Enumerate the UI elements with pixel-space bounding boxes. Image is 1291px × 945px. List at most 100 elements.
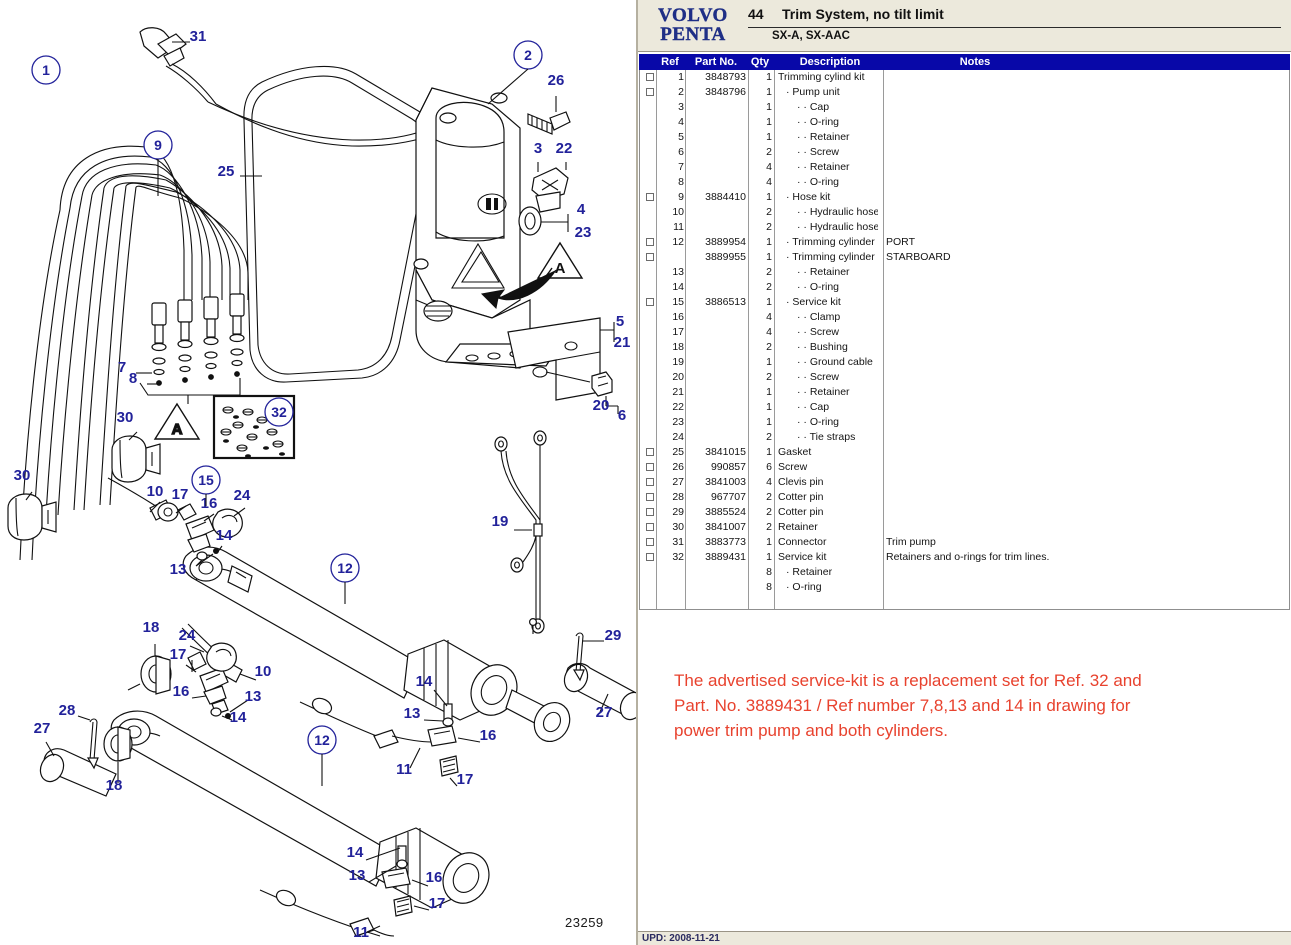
row-checkbox[interactable]	[643, 295, 657, 310]
cell-part_no	[688, 415, 746, 430]
cell-notes	[886, 205, 1286, 220]
cell-description: Service kit	[778, 551, 827, 563]
row-checkbox[interactable]	[643, 475, 657, 490]
cell-qty: 8	[766, 581, 772, 593]
annotation-line-1: The advertised service-kit is a replacem…	[674, 671, 1142, 690]
table-row[interactable]: 5 1 · · Retainer	[640, 130, 1289, 145]
table-row[interactable]: 8 4 · · O-ring	[640, 175, 1289, 190]
cell-qty: 2	[766, 146, 772, 158]
row-checkbox[interactable]	[643, 505, 657, 520]
cell-description: · Trimming cylinder	[786, 236, 875, 248]
table-row[interactable]: 29 3885524 2 Cotter pin	[640, 505, 1289, 520]
row-checkbox[interactable]	[643, 445, 657, 460]
callout-label-16: 16	[173, 683, 190, 700]
table-row[interactable]: 11 2 · · Hydraulic hose	[640, 220, 1289, 235]
table-row[interactable]: 28 967707 2 Cotter pin	[640, 490, 1289, 505]
table-row[interactable]: 21 1 · · Retainer	[640, 385, 1289, 400]
annotation-line-2: Part. No. 3889431 / Ref number 7,8,13 an…	[674, 696, 1131, 715]
table-row[interactable]: 22 1 · · Cap	[640, 400, 1289, 415]
cell-qty: 4	[766, 476, 772, 488]
table-row[interactable]: 31 3883773 1 Connector Trim pump	[640, 535, 1289, 550]
cell-description: · · O-ring	[797, 281, 840, 293]
cell-ref: 2	[678, 86, 684, 98]
parts-table-header: Ref Part No. Qty Description Notes	[639, 54, 1290, 70]
column-header-qty[interactable]: Qty	[747, 54, 773, 70]
leader-28	[77, 715, 91, 721]
clevis-pin-27-left	[39, 748, 117, 797]
table-row[interactable]: 15 3886513 1 · Service kit	[640, 295, 1289, 310]
table-row[interactable]: 1 3848793 1 Trimming cylind kit	[640, 70, 1289, 85]
column-header-part-no[interactable]: Part No.	[685, 54, 747, 70]
table-row[interactable]: 6 2 · · Screw	[640, 145, 1289, 160]
table-row[interactable]: 23 1 · · O-ring	[640, 415, 1289, 430]
row-checkbox[interactable]	[643, 535, 657, 550]
table-row[interactable]: 3889955 1 · Trimming cylinder STARBOARD	[640, 250, 1289, 265]
indent-dot: ·	[803, 206, 810, 218]
cell-part_no	[688, 310, 746, 325]
cell-part_no	[688, 205, 746, 220]
table-row[interactable]: 24 2 · · Tie straps	[640, 430, 1289, 445]
cell-qty: 1	[766, 536, 772, 548]
logo-line-2: PENTA	[660, 24, 726, 45]
cell-ref: 26	[672, 461, 684, 473]
column-header-ref[interactable]: Ref	[657, 54, 683, 70]
indent-dot: ·	[803, 131, 810, 143]
diagram-svg: A A 3126253 2242352178206303010 17 24161…	[7, 27, 636, 941]
row-checkbox[interactable]	[643, 490, 657, 505]
table-row[interactable]: 4 1 · · O-ring	[640, 115, 1289, 130]
table-row[interactable]: 16 4 · · Clamp	[640, 310, 1289, 325]
row-checkbox[interactable]	[643, 190, 657, 205]
row-checkbox[interactable]	[643, 70, 657, 85]
table-row[interactable]: 12 3889954 1 · Trimming cylinder PORT	[640, 235, 1289, 250]
cell-qty: 2	[766, 521, 772, 533]
indent-dot: ·	[803, 326, 810, 338]
callout-balloon-9: 9	[143, 130, 173, 160]
indent-dot: ·	[803, 266, 810, 278]
cell-part_no: 967707	[710, 491, 746, 503]
drawing-number: 23259	[565, 915, 604, 930]
row-checkbox[interactable]	[643, 250, 657, 265]
table-row[interactable]: 8 · Retainer	[640, 565, 1289, 580]
cell-notes	[886, 175, 1286, 190]
table-row[interactable]: 14 2 · · O-ring	[640, 280, 1289, 295]
table-row[interactable]: 30 3841007 2 Retainer	[640, 520, 1289, 535]
cell-notes	[886, 430, 1286, 445]
cell-description: · · O-ring	[797, 416, 840, 428]
table-row[interactable]: 8 · O-ring	[640, 580, 1289, 595]
row-checkbox	[643, 340, 657, 355]
table-row[interactable]: 20 2 · · Screw	[640, 370, 1289, 385]
parts-list-pane: VOLVO PENTA 44 Trim System, no tilt limi…	[636, 0, 1291, 945]
cell-qty: 4	[766, 326, 772, 338]
cell-ref: 1	[678, 71, 684, 83]
callout-label-10: 10	[255, 663, 272, 680]
table-row[interactable]: 25 3841015 1 Gasket	[640, 445, 1289, 460]
table-row[interactable]: 32 3889431 1 Service kit Retainers and o-rin…	[640, 550, 1289, 565]
cell-notes	[886, 160, 1286, 175]
table-row[interactable]: 17 4 · · Screw	[640, 325, 1289, 340]
balloon-label: 15	[198, 472, 214, 488]
table-row[interactable]: 9 3884410 1 · Hose kit	[640, 190, 1289, 205]
column-header-description[interactable]: Description	[777, 54, 883, 70]
callout-balloon-1: 1	[31, 55, 61, 85]
cell-qty: 1	[766, 116, 772, 128]
row-checkbox[interactable]	[643, 85, 657, 100]
table-row[interactable]: 2 3848796 1 · Pump unit	[640, 85, 1289, 100]
cell-part_no	[688, 340, 746, 355]
column-header-notes[interactable]: Notes	[885, 54, 1065, 70]
table-row[interactable]: 19 1 · · Ground cable	[640, 355, 1289, 370]
row-checkbox[interactable]	[643, 520, 657, 535]
table-row[interactable]: 7 4 · · Retainer	[640, 160, 1289, 175]
update-timestamp: UPD: 2008-11-21	[642, 933, 720, 944]
row-checkbox[interactable]	[643, 550, 657, 565]
table-row[interactable]: 10 2 · · Hydraulic hose	[640, 205, 1289, 220]
table-row[interactable]: 18 2 · · Bushing	[640, 340, 1289, 355]
table-row[interactable]: 26 990857 6 Screw	[640, 460, 1289, 475]
cell-qty: 1	[766, 386, 772, 398]
callout-label-24: 24	[234, 487, 251, 504]
row-checkbox[interactable]	[643, 460, 657, 475]
cell-part_no: 3885524	[705, 506, 746, 518]
table-row[interactable]: 27 3841003 4 Clevis pin	[640, 475, 1289, 490]
row-checkbox[interactable]	[643, 235, 657, 250]
table-row[interactable]: 3 1 · · Cap	[640, 100, 1289, 115]
table-row[interactable]: 13 2 · · Retainer	[640, 265, 1289, 280]
